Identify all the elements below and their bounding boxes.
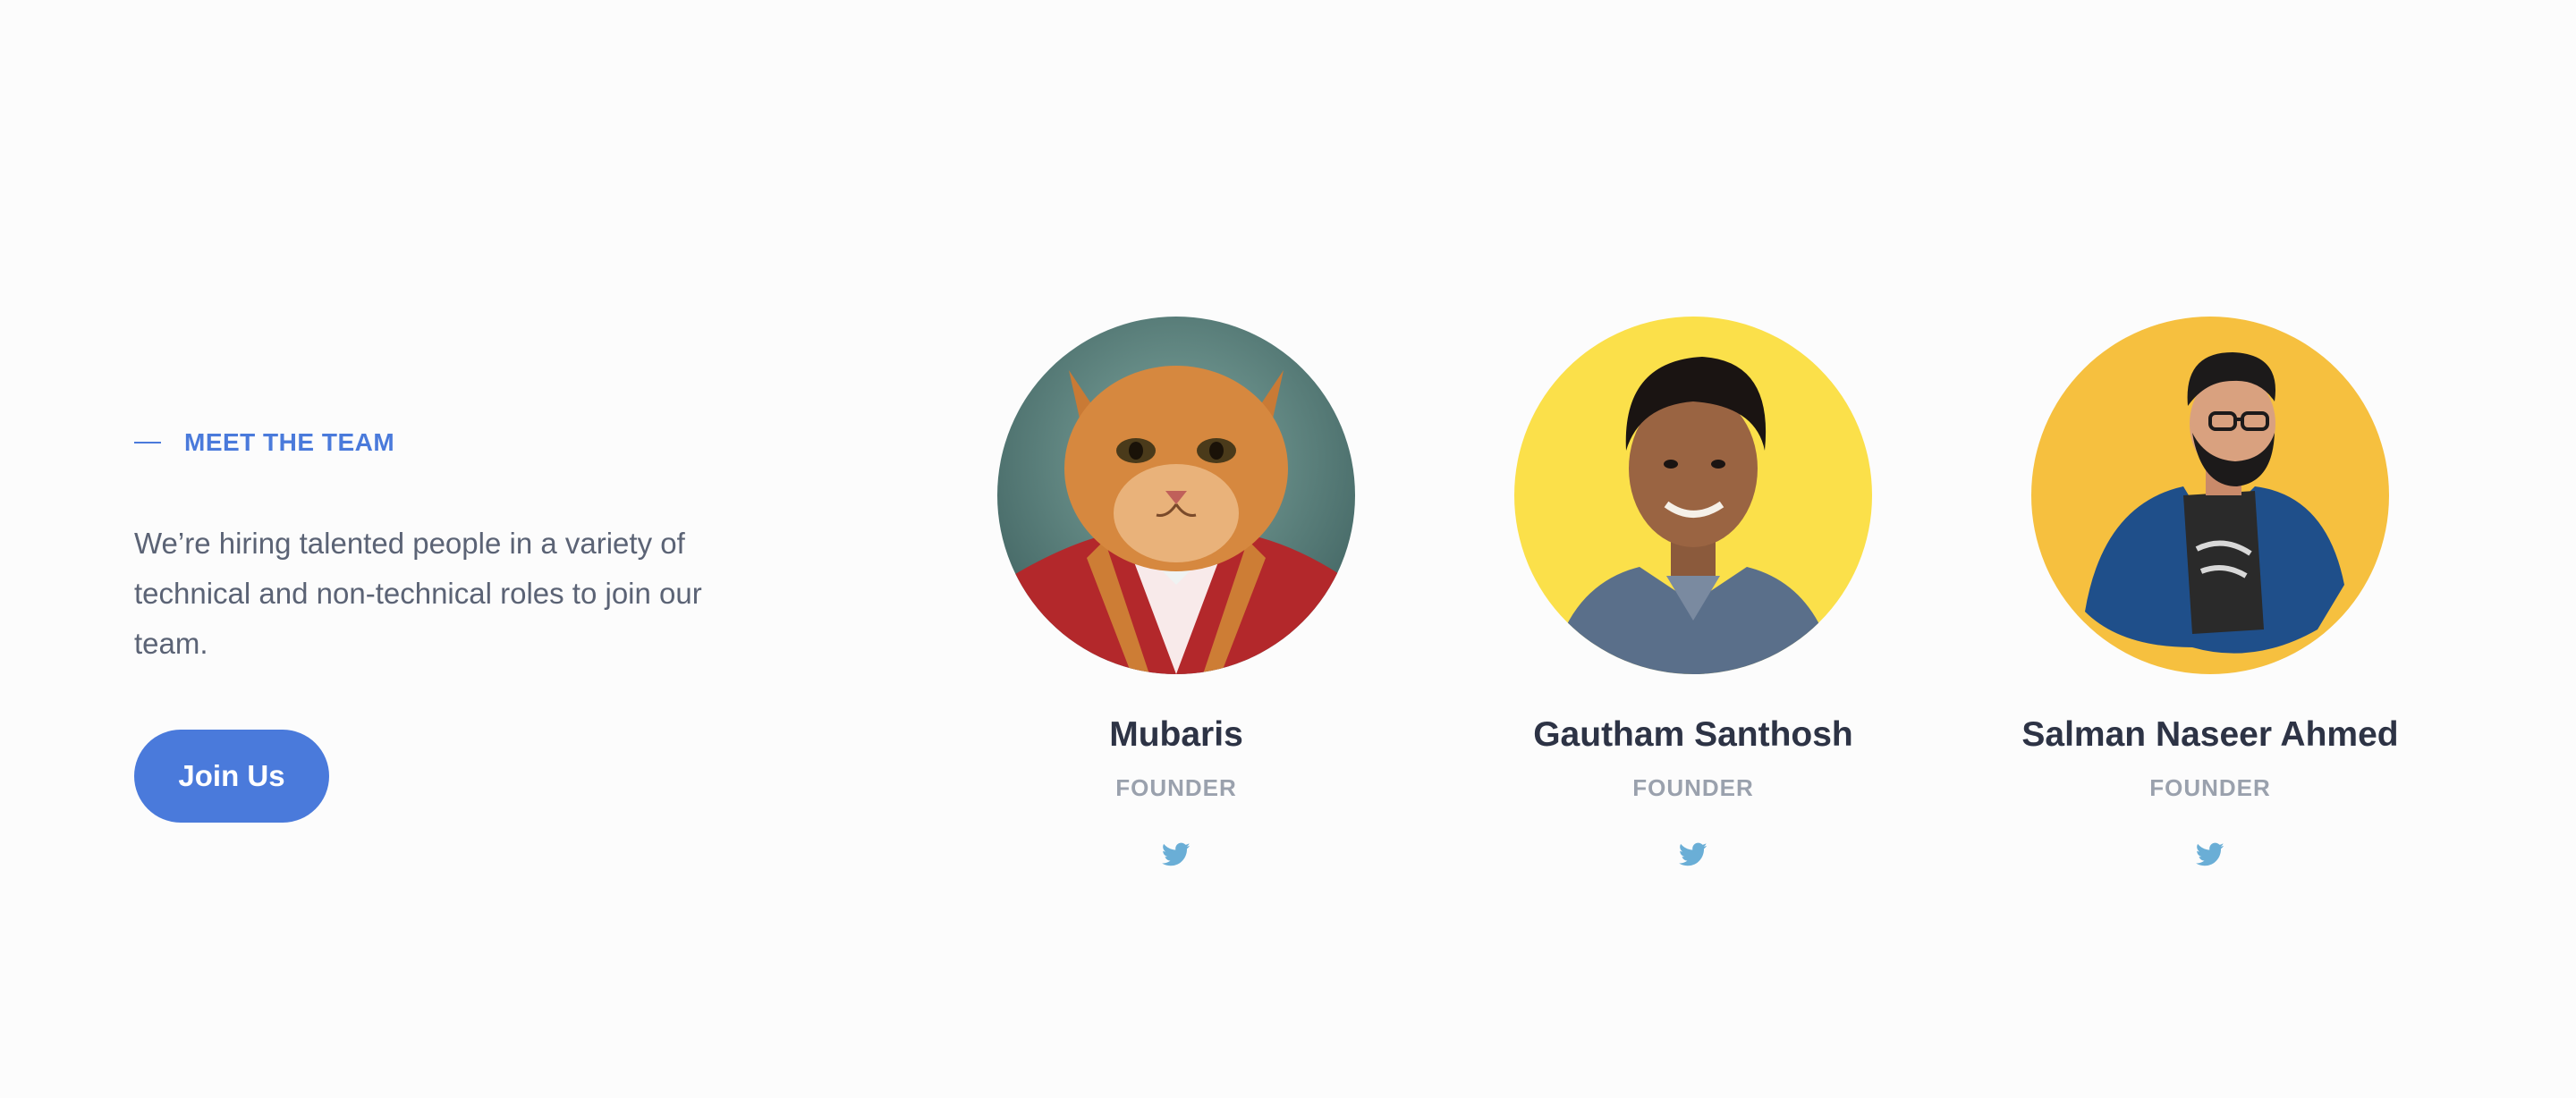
team-member-card: Gautham Santhosh FOUNDER <box>1461 317 1926 873</box>
team-member-card: Mubaris FOUNDER <box>944 317 1409 873</box>
cat-portrait-image <box>997 317 1355 674</box>
twitter-link[interactable] <box>1158 837 1194 873</box>
twitter-icon <box>2196 842 2224 866</box>
person-photo-image <box>1514 317 1872 674</box>
avatar <box>1514 317 1872 674</box>
member-role: FOUNDER <box>2149 774 2271 801</box>
member-role: FOUNDER <box>1115 774 1237 801</box>
team-grid: Mubaris FOUNDER Gautham Santhosh FOUNDER… <box>0 317 2576 907</box>
twitter-icon <box>1679 842 1707 866</box>
member-role: FOUNDER <box>1632 774 1754 801</box>
member-name: Salman Naseer Ahmed <box>2021 715 2399 754</box>
avatar <box>997 317 1355 674</box>
twitter-link[interactable] <box>1675 837 1711 873</box>
twitter-link[interactable] <box>2192 837 2228 873</box>
team-member-card: Salman Naseer Ahmed FOUNDER <box>1978 317 2443 873</box>
twitter-icon <box>1162 842 1191 866</box>
avatar <box>2031 317 2389 674</box>
team-section: MEET THE TEAM We’re hiring talented peop… <box>0 0 2576 1098</box>
illustrated-portrait-image <box>2031 317 2389 674</box>
member-name: Gautham Santhosh <box>1533 715 1853 754</box>
member-name: Mubaris <box>1109 715 1243 754</box>
